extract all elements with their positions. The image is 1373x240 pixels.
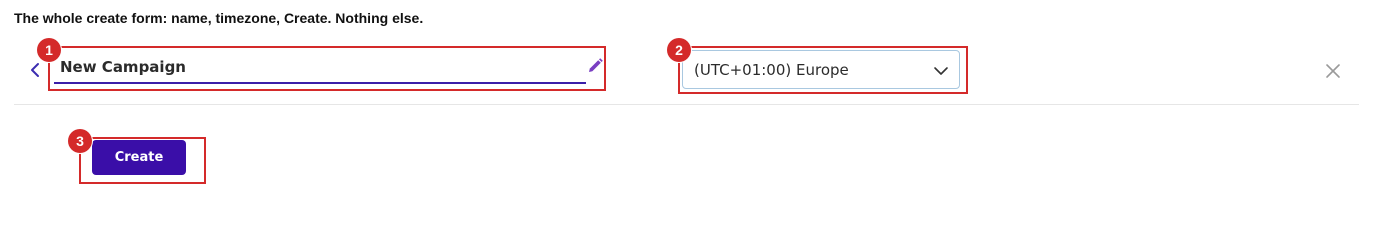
annotation-marker-2: 2 (667, 38, 691, 62)
annotation-box-create (79, 137, 206, 184)
create-campaign-page: The whole create form: name, timezone, C… (0, 0, 1373, 208)
header-divider (14, 104, 1359, 105)
annotation-box-name (48, 46, 606, 91)
annotation-box-timezone (678, 46, 968, 94)
chevron-left-icon[interactable] (28, 62, 42, 78)
close-icon[interactable] (1325, 63, 1341, 79)
instruction-caption: The whole create form: name, timezone, C… (14, 10, 424, 26)
annotation-marker-3: 3 (68, 129, 92, 153)
annotation-marker-1: 1 (37, 38, 61, 62)
